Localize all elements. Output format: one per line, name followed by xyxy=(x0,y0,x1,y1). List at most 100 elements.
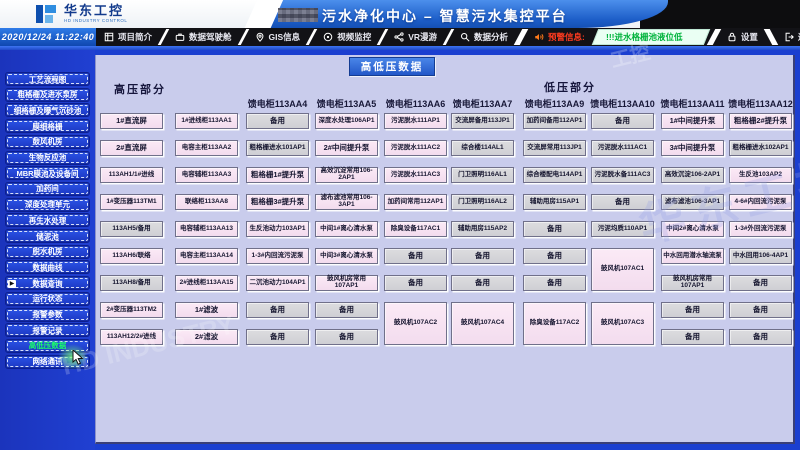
feeder-cell[interactable]: 备用 xyxy=(246,302,309,318)
alarm-message-box[interactable]: !!!进水格栅池液位低 xyxy=(592,29,710,45)
feeder-cell[interactable]: 粗格栅进水101AP1 xyxy=(246,140,309,156)
sidebar-item-17[interactable]: 报警记录 xyxy=(5,323,90,337)
feeder-cell[interactable]: 除臭设备117AC1 xyxy=(384,221,447,237)
feeder-cell[interactable]: 加药间常用112AP1 xyxy=(384,194,447,210)
feeder-cell[interactable]: 中水回用潜水轴流泵 xyxy=(661,248,724,264)
menu-item-3[interactable]: GIS信息 xyxy=(247,28,309,46)
feeder-cell[interactable]: 滤布滤池常用106-3AP1 xyxy=(315,194,378,210)
sidebar-item-1[interactable]: 工艺流程图 xyxy=(5,72,90,86)
sidebar-item-11[interactable]: 储泥池 xyxy=(5,229,90,243)
feeder-cell[interactable]: 1#中间提升泵 xyxy=(661,113,724,129)
sidebar-item-10[interactable]: 再生水处理 xyxy=(5,213,90,227)
sidebar-item-8[interactable]: 加药间 xyxy=(5,182,90,196)
feeder-cell[interactable]: 113AH1/1#进线 xyxy=(100,167,163,183)
feeder-cell[interactable]: 鼓风机107AC2 xyxy=(384,302,447,345)
sidebar-item-15[interactable]: 运行状态 xyxy=(5,292,90,306)
feeder-cell[interactable]: 电容主柜113AA14 xyxy=(175,248,238,264)
feeder-cell[interactable]: 备用 xyxy=(591,194,654,210)
feeder-cell[interactable]: 1#直流屏 xyxy=(100,113,163,129)
feeder-cell[interactable]: 备用 xyxy=(384,275,447,291)
feeder-cell[interactable]: 高效沉淀常用106-2AP1 xyxy=(315,167,378,183)
feeder-cell[interactable]: 1#变压器113TM1 xyxy=(100,194,163,210)
feeder-cell[interactable]: 备用 xyxy=(591,113,654,129)
feeder-cell[interactable]: 除臭设备117AC2 xyxy=(523,302,586,345)
feeder-cell[interactable]: 交流屏备用113JP1 xyxy=(451,113,514,129)
feeder-cell[interactable]: 备用 xyxy=(451,275,514,291)
feeder-cell[interactable]: 1-3#外回流污泥泵 xyxy=(729,221,792,237)
menu-item-2[interactable]: 数据驾驶舱 xyxy=(167,28,240,46)
sidebar-item-19[interactable]: 网络通讯 xyxy=(5,355,90,369)
menu-item-1[interactable]: 项目简介 xyxy=(96,28,160,46)
feeder-cell[interactable]: 粗格栅3#提升泵 xyxy=(246,194,309,210)
feeder-cell[interactable]: 电容辅柜113AA13 xyxy=(175,221,238,237)
feeder-cell[interactable]: 门卫照明116AL1 xyxy=(451,167,514,183)
feeder-cell[interactable]: 113AH12/2#进线 xyxy=(100,329,163,345)
feeder-cell[interactable]: 交流屏常用113JP1 xyxy=(523,140,586,156)
feeder-cell[interactable]: 粗格栅2#提升泵 xyxy=(729,113,792,129)
feeder-cell[interactable]: 鼓风机107AC1 xyxy=(591,248,654,291)
feeder-cell[interactable]: 备用 xyxy=(523,248,586,264)
sidebar-item-13[interactable]: 数据曲线 xyxy=(5,260,90,274)
sidebar-item-9[interactable]: 深度处理单元 xyxy=(5,198,90,212)
menu-item-4[interactable]: 视频监控 xyxy=(315,28,379,46)
feeder-cell[interactable]: 综合楼配电114AP1 xyxy=(523,167,586,183)
feeder-cell[interactable]: 辅助用房115AP1 xyxy=(523,194,586,210)
exit-button[interactable]: 退出 xyxy=(776,28,800,46)
feeder-cell[interactable]: 备用 xyxy=(246,329,309,345)
feeder-cell[interactable]: 中间1#离心清水泵 xyxy=(315,221,378,237)
feeder-cell[interactable]: 电容辅柜113AA3 xyxy=(175,167,238,183)
feeder-cell[interactable]: 113AH6/联络 xyxy=(100,248,163,264)
feeder-cell[interactable]: 备用 xyxy=(661,329,724,345)
feeder-cell[interactable]: 污泥脱水111AP1 xyxy=(384,113,447,129)
feeder-cell[interactable]: 2#进线柜113AA15 xyxy=(175,275,238,291)
sidebar-item-16[interactable]: 报警参数 xyxy=(5,308,90,322)
feeder-cell[interactable]: 2#直流屏 xyxy=(100,140,163,156)
sidebar-item-5[interactable]: 鼓风机房 xyxy=(5,135,90,149)
feeder-cell[interactable]: 4-6#内回流污泥泵 xyxy=(729,194,792,210)
sidebar-item-4[interactable]: 膜细格栅 xyxy=(5,119,90,133)
feeder-cell[interactable]: 污泥脱水111AC1 xyxy=(591,140,654,156)
feeder-cell[interactable]: 辅助用房115AP2 xyxy=(451,221,514,237)
feeder-cell[interactable]: 鼓风机107AC4 xyxy=(451,302,514,345)
feeder-cell[interactable]: 鼓风机房常用107AP1 xyxy=(661,275,724,291)
feeder-cell[interactable]: 粗格栅1#提升泵 xyxy=(246,167,309,183)
feeder-cell[interactable]: 综合楼114AL1 xyxy=(451,140,514,156)
feeder-cell[interactable]: 113AH5/备用 xyxy=(100,221,163,237)
feeder-cell[interactable]: 1#进线柜113AA1 xyxy=(175,113,238,129)
sidebar-item-6[interactable]: 生物反应池 xyxy=(5,151,90,165)
feeder-cell[interactable]: 污泥脱水111AC3 xyxy=(384,167,447,183)
sidebar-item-18[interactable]: 高低压数据 xyxy=(5,339,90,353)
feeder-cell[interactable]: 备用 xyxy=(523,275,586,291)
feeder-cell[interactable]: 备用 xyxy=(246,113,309,129)
settings-button[interactable]: 设置 xyxy=(719,28,766,46)
feeder-cell[interactable]: 备用 xyxy=(451,248,514,264)
feeder-cell[interactable]: 备用 xyxy=(661,302,724,318)
feeder-cell[interactable]: 2#中间提升泵 xyxy=(315,140,378,156)
feeder-cell[interactable]: 113AH8/备用 xyxy=(100,275,163,291)
feeder-cell[interactable]: 1-3#内回流污泥泵 xyxy=(246,248,309,264)
feeder-cell[interactable]: 深度水处理106AP1 xyxy=(315,113,378,129)
feeder-cell[interactable]: 污泥脱水备111AC3 xyxy=(591,167,654,183)
feeder-cell[interactable]: 高效沉淀106-2AP1 xyxy=(661,167,724,183)
feeder-cell[interactable]: 滤布滤池106-3AP1 xyxy=(661,194,724,210)
feeder-cell[interactable]: 加药间备用112AP1 xyxy=(523,113,586,129)
menu-item-5[interactable]: VR漫游 xyxy=(386,28,445,46)
sidebar-item-7[interactable]: MBR膜池及设备间 xyxy=(5,166,90,180)
feeder-cell[interactable]: 备用 xyxy=(729,275,792,291)
feeder-cell[interactable]: 污泥脱水111AC2 xyxy=(384,140,447,156)
feeder-cell[interactable]: 中间3#离心清水泵 xyxy=(315,248,378,264)
feeder-cell[interactable]: 鼓风机107AC3 xyxy=(591,302,654,345)
feeder-cell[interactable]: 备用 xyxy=(729,302,792,318)
feeder-cell[interactable]: 备用 xyxy=(315,302,378,318)
sidebar-item-14[interactable]: ▶数据查询 xyxy=(5,276,90,290)
sidebar-item-3[interactable]: 细格栅及曝气沉砂池 xyxy=(5,103,90,117)
feeder-cell[interactable]: 联络柜113AA8 xyxy=(175,194,238,210)
feeder-cell[interactable]: 中间2#离心清水泵 xyxy=(661,221,724,237)
menu-item-6[interactable]: 数据分析 xyxy=(452,28,516,46)
feeder-cell[interactable]: 备用 xyxy=(729,329,792,345)
feeder-cell[interactable]: 2#变压器113TM2 xyxy=(100,302,163,318)
feeder-cell[interactable]: 备用 xyxy=(384,248,447,264)
sidebar-item-12[interactable]: 脱水机房 xyxy=(5,245,90,259)
feeder-cell[interactable]: 二沉池动力104AP1 xyxy=(246,275,309,291)
feeder-cell[interactable]: 生反池动力103AP1 xyxy=(246,221,309,237)
